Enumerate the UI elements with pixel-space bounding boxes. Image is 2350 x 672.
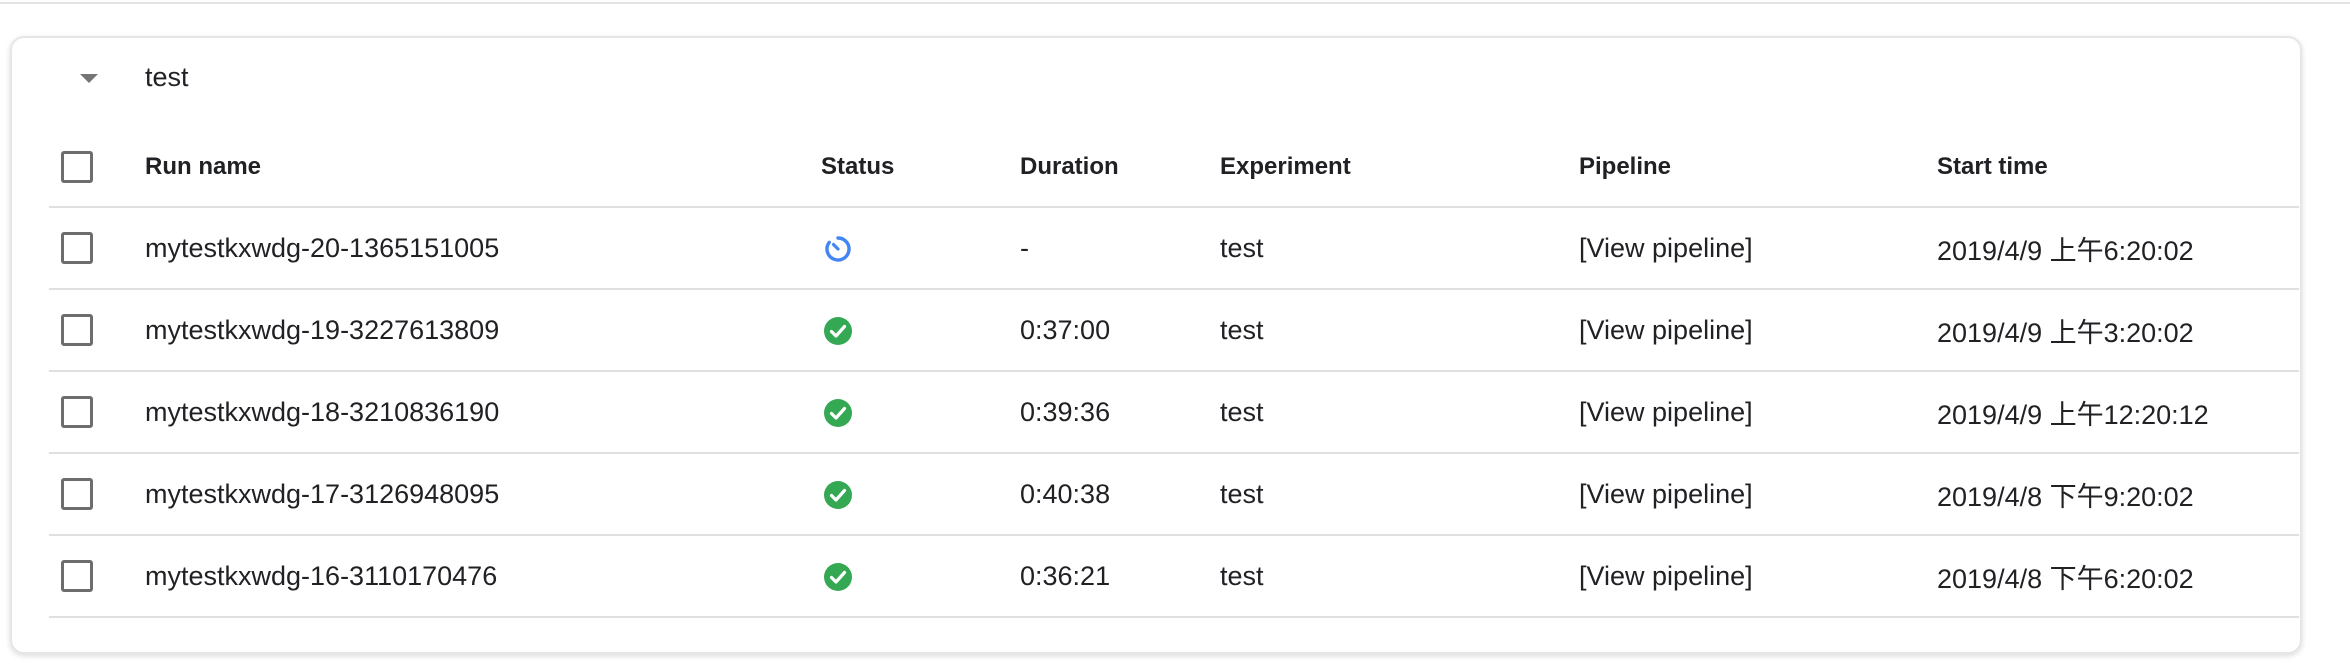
view-pipeline-link[interactable]: [View pipeline]: [1579, 453, 1937, 535]
start-time-cell: 2019/4/8 下午9:20:02: [1937, 481, 2194, 512]
start-time-cell: 2019/4/9 上午12:20:12: [1937, 399, 2209, 430]
run-name-cell[interactable]: mytestkxwdg-17-3126948095: [145, 453, 821, 535]
duration-cell: 0:40:38: [1020, 478, 1111, 509]
row-checkbox[interactable]: [61, 396, 93, 429]
table-row[interactable]: mytestkxwdg-17-3126948095 0:40:38 test […: [49, 453, 2299, 535]
running-icon: [823, 234, 853, 264]
runs-table: Run name Status Duration Experiment Pipe…: [49, 127, 2299, 618]
experiment-cell[interactable]: test: [1220, 453, 1579, 535]
start-time-cell: 2019/4/8 下午6:20:02: [1937, 563, 2194, 594]
run-name-cell[interactable]: mytestkxwdg-19-3227613809: [145, 289, 821, 371]
top-divider: [0, 0, 2350, 4]
success-check-icon: [823, 480, 853, 510]
success-check-icon: [823, 562, 853, 592]
experiment-cell[interactable]: test: [1220, 371, 1579, 453]
caret-down-icon: [80, 74, 98, 83]
run-name-cell[interactable]: mytestkxwdg-20-1365151005: [145, 207, 821, 289]
column-header-status[interactable]: Status: [821, 127, 1020, 208]
table-row[interactable]: mytestkxwdg-19-3227613809 0:37:00 test […: [49, 289, 2299, 371]
run-group-card: test Run name Status Duration Experiment…: [10, 36, 2302, 654]
status-cell: [821, 371, 1020, 453]
row-checkbox[interactable]: [61, 232, 93, 265]
column-header-experiment[interactable]: Experiment: [1220, 127, 1579, 208]
column-header-run-name[interactable]: Run name: [145, 127, 821, 208]
view-pipeline-link[interactable]: [View pipeline]: [1579, 289, 1937, 371]
duration-cell: -: [1020, 232, 1029, 263]
experiment-cell[interactable]: test: [1220, 289, 1579, 371]
view-pipeline-link[interactable]: [View pipeline]: [1579, 207, 1937, 289]
table-row[interactable]: mytestkxwdg-20-1365151005 - test [View p…: [49, 207, 2299, 289]
row-checkbox[interactable]: [61, 560, 93, 593]
status-cell: [821, 289, 1020, 371]
view-pipeline-link[interactable]: [View pipeline]: [1579, 371, 1937, 453]
run-name-cell[interactable]: mytestkxwdg-18-3210836190: [145, 371, 821, 453]
duration-cell: 0:36:21: [1020, 560, 1111, 591]
success-check-icon: [823, 398, 853, 428]
table-header-row: Run name Status Duration Experiment Pipe…: [49, 127, 2299, 208]
collapse-toggle[interactable]: [68, 62, 108, 92]
table-row[interactable]: mytestkxwdg-16-3110170476 0:36:21 test […: [49, 535, 2299, 617]
experiment-cell[interactable]: test: [1220, 207, 1579, 289]
column-header-duration[interactable]: Duration: [1020, 127, 1220, 208]
status-cell: [821, 207, 1020, 289]
start-time-cell: 2019/4/9 上午6:20:02: [1937, 235, 2194, 266]
select-all-cell: [49, 127, 145, 208]
row-checkbox[interactable]: [61, 478, 93, 511]
column-header-start-time[interactable]: Start time: [1937, 127, 2299, 208]
view-pipeline-link[interactable]: [View pipeline]: [1579, 535, 1937, 617]
status-cell: [821, 453, 1020, 535]
experiment-cell[interactable]: test: [1220, 535, 1579, 617]
run-name-cell[interactable]: mytestkxwdg-16-3110170476: [145, 535, 821, 617]
row-checkbox[interactable]: [61, 314, 93, 347]
group-header: test: [12, 38, 2300, 118]
table-row[interactable]: mytestkxwdg-18-3210836190 0:39:36 test […: [49, 371, 2299, 453]
select-all-checkbox[interactable]: [61, 150, 93, 183]
start-time-cell: 2019/4/9 上午3:20:02: [1937, 317, 2194, 348]
duration-cell: 0:39:36: [1020, 396, 1111, 427]
column-header-pipeline[interactable]: Pipeline: [1579, 127, 1937, 208]
duration-cell: 0:37:00: [1020, 314, 1111, 345]
group-title: test: [145, 62, 189, 92]
success-check-icon: [823, 316, 853, 346]
status-cell: [821, 535, 1020, 617]
